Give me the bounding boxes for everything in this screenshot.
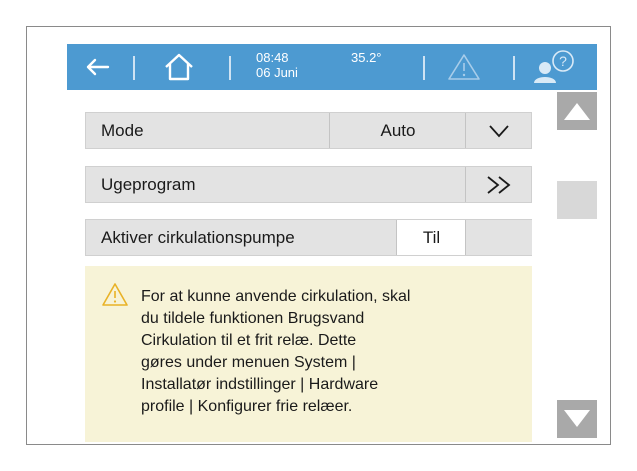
mode-dropdown-button[interactable] <box>465 113 532 148</box>
ugeprogram-label: Ugeprogram <box>101 175 196 194</box>
mode-label: Mode <box>101 121 144 140</box>
separator <box>513 56 515 80</box>
user-help-icon: ? <box>534 50 574 83</box>
notice-line: For at kunne anvende cirkulation, skal <box>141 288 411 305</box>
ugeprogram-row[interactable]: Ugeprogram <box>85 166 532 203</box>
cirkulation-toggle-value[interactable]: Til <box>396 220 466 255</box>
triangle-up-icon <box>564 103 590 120</box>
warning-button[interactable] <box>439 44 489 90</box>
home-icon <box>165 53 193 81</box>
separator <box>423 56 425 80</box>
separator <box>229 56 231 80</box>
notice-line: Cirkulation til et frit relæ. Dette <box>141 332 357 349</box>
scroll-down-button[interactable] <box>557 400 597 438</box>
notice-warning-icon <box>101 282 129 313</box>
cirkulation-toggle-knob[interactable] <box>465 220 532 255</box>
cirkulation-row: Aktiver cirkulationspumpe Til <box>85 219 532 256</box>
double-chevron-right-icon <box>487 175 511 194</box>
notice-line: Installatør indstillinger | Hardware <box>141 376 379 393</box>
time-text: 08:48 <box>256 50 289 65</box>
temperature-text: 35.2° <box>351 50 382 65</box>
screen: 08:48 06 Juni 35.2° ? Mode Auto Ugeprogr… <box>67 44 597 442</box>
notice-line: profile | Konfigurer frie relæer. <box>141 398 353 415</box>
separator <box>133 56 135 80</box>
ugeprogram-open-button[interactable] <box>465 167 532 202</box>
date-text: 06 Juni <box>256 65 298 80</box>
chevron-down-icon <box>489 124 509 137</box>
back-button[interactable] <box>79 44 115 90</box>
triangle-down-icon <box>564 410 590 427</box>
clock: 08:48 06 Juni <box>256 50 298 80</box>
help-button[interactable]: ? <box>525 44 585 90</box>
scroll-thumb[interactable] <box>557 181 597 219</box>
scroll-up-button[interactable] <box>557 92 597 130</box>
top-bar: 08:48 06 Juni 35.2° ? <box>67 44 597 90</box>
mode-value: Auto <box>329 113 466 148</box>
info-notice: For at kunne anvende cirkulation, skal d… <box>85 266 532 442</box>
notice-line: du tildele funktionen Brugsvand <box>141 310 365 327</box>
home-button[interactable] <box>157 44 201 90</box>
mode-row[interactable]: Mode Auto <box>85 112 532 149</box>
notice-text: For at kunne anvende cirkulation, skal d… <box>141 286 521 418</box>
notice-line: gøres under menuen System | <box>141 354 356 371</box>
svg-text:?: ? <box>559 53 567 69</box>
warning-icon <box>448 54 480 80</box>
back-arrow-icon <box>86 58 110 76</box>
cirkulation-label: Aktiver cirkulationspumpe <box>101 228 295 247</box>
